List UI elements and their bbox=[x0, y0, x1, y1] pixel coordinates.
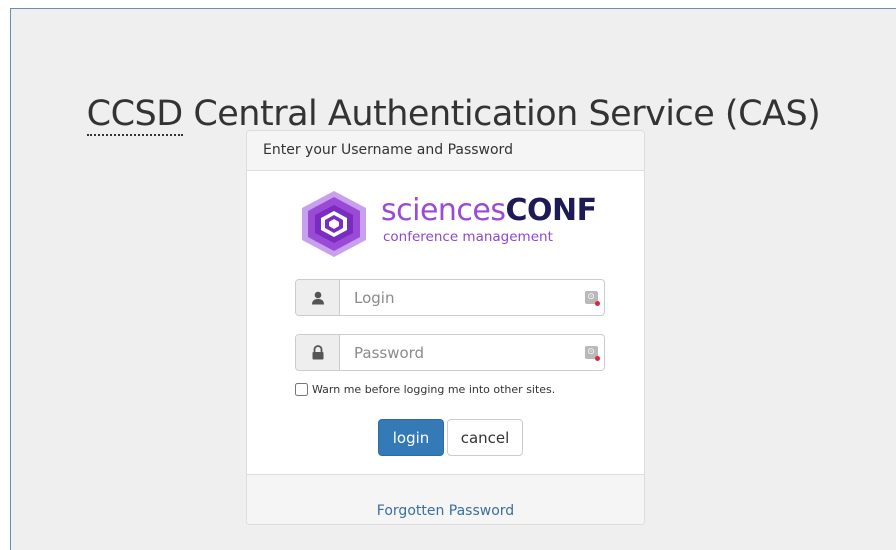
panel-heading: Enter your Username and Password bbox=[247, 131, 644, 171]
page-title: CCSD Central Authentication Service (CAS… bbox=[11, 94, 896, 137]
warn-checkbox[interactable] bbox=[295, 383, 308, 396]
login-button[interactable]: login bbox=[378, 419, 444, 456]
login-input-group: ⊙ bbox=[295, 279, 605, 316]
password-input[interactable] bbox=[340, 335, 578, 370]
brand-bold: CONF bbox=[505, 193, 598, 228]
panel-footer: Forgotten Password bbox=[247, 474, 644, 524]
login-panel: Enter your Username and Password science… bbox=[246, 130, 645, 525]
user-icon bbox=[296, 280, 340, 315]
title-text: Central Authentication Service (CAS) bbox=[182, 94, 821, 135]
brand-light: sciences bbox=[381, 193, 506, 228]
cancel-button[interactable]: cancel bbox=[447, 419, 523, 456]
password-manager-icon[interactable]: ⊙ bbox=[578, 280, 604, 315]
password-manager-icon[interactable]: ⊙ bbox=[578, 335, 604, 370]
logo-brand: sciencesCONF bbox=[381, 193, 597, 228]
lock-icon bbox=[296, 335, 340, 370]
logo-tagline: conference management bbox=[383, 229, 553, 245]
warn-checkbox-row[interactable]: Warn me before logging me into other sit… bbox=[295, 383, 555, 396]
password-input-group: ⊙ bbox=[295, 334, 605, 371]
hexagon-logo-icon bbox=[302, 191, 366, 257]
title-abbr: CCSD bbox=[86, 94, 183, 137]
sciencesconf-logo: sciencesCONF conference management bbox=[295, 189, 615, 259]
forgotten-password-link[interactable]: Forgotten Password bbox=[247, 503, 644, 519]
warn-label: Warn me before logging me into other sit… bbox=[312, 383, 556, 396]
login-input[interactable] bbox=[340, 280, 578, 315]
